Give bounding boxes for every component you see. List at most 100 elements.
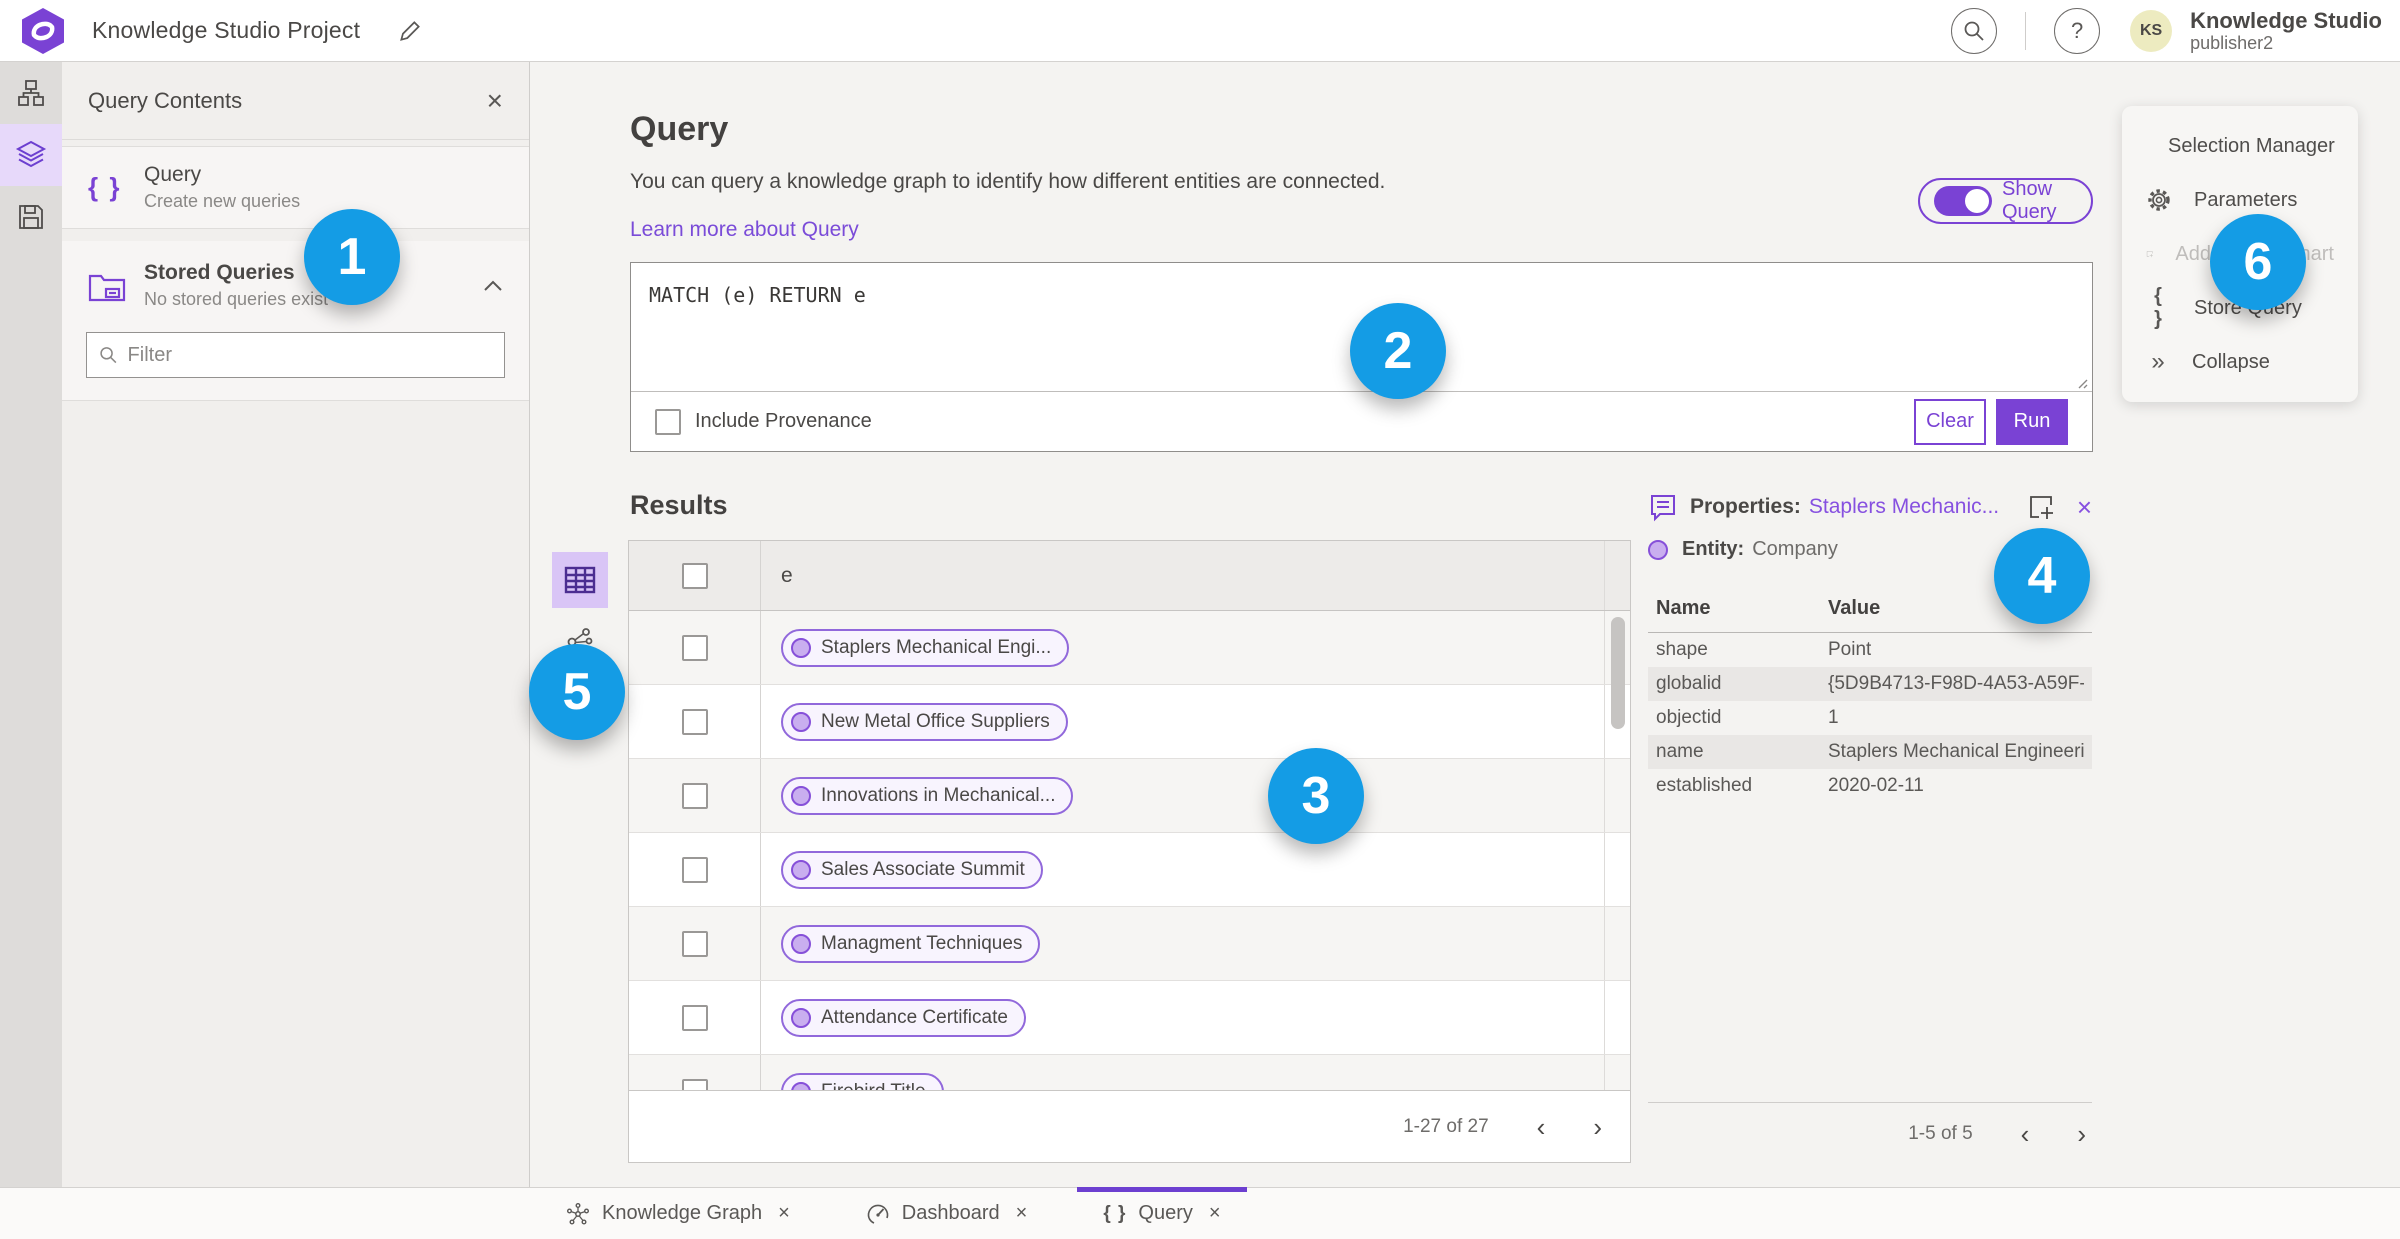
table-view-button[interactable] bbox=[552, 552, 608, 608]
project-title: Knowledge Studio Project bbox=[92, 17, 361, 43]
entity-pill[interactable]: Staplers Mechanical Engi... bbox=[781, 628, 1070, 667]
properties-entity-link[interactable]: Staplers Mechanic... bbox=[1809, 495, 1999, 519]
hierarchy-icon bbox=[18, 80, 44, 106]
entity-pill[interactable]: Innovations in Mechanical... bbox=[781, 776, 1074, 815]
close-properties-button[interactable]: × bbox=[2077, 494, 2092, 520]
entity-pill[interactable]: Sales Associate Summit bbox=[781, 850, 1043, 889]
property-row: name Staplers Mechanical Engineering bbox=[1648, 735, 2092, 769]
search-button[interactable] bbox=[1951, 7, 1998, 54]
query-item-description: Create new queries bbox=[144, 191, 301, 211]
close-tab-button[interactable]: × bbox=[1209, 1202, 1221, 1225]
page-title: Query bbox=[630, 110, 729, 148]
entity-dot-icon bbox=[791, 637, 811, 658]
filter-field bbox=[86, 332, 505, 378]
chevron-right-icon: › bbox=[2077, 1118, 2086, 1149]
top-bar: Knowledge Studio Project ? KS Knowledge … bbox=[0, 0, 2400, 62]
panel-title: Query Contents bbox=[88, 87, 243, 113]
property-row: objectid 1 bbox=[1656, 707, 1839, 728]
tab-dashboard[interactable]: Dashboard × bbox=[840, 1188, 1054, 1239]
table-row[interactable]: Managment Techniques bbox=[629, 907, 1630, 981]
results-title: Results bbox=[630, 490, 728, 520]
show-query-toggle[interactable]: Show Query bbox=[1918, 178, 2093, 224]
collapse-section-button[interactable] bbox=[483, 280, 503, 292]
collapse-panel-button[interactable]: » Collapse bbox=[2122, 340, 2358, 384]
dashboard-gauge-icon bbox=[867, 1204, 889, 1224]
table-row[interactable]: Innovations in Mechanical... bbox=[629, 759, 1630, 833]
properties-page-range: 1-5 of 5 bbox=[1908, 1122, 1973, 1144]
run-button[interactable]: Run bbox=[1996, 398, 2068, 445]
entity-dot-icon bbox=[791, 785, 811, 806]
prev-page-button[interactable]: ‹ bbox=[2021, 1121, 2030, 1147]
parameters-button[interactable]: Parameters bbox=[2122, 178, 2358, 222]
search-icon bbox=[1964, 21, 1984, 41]
results-table-header: e bbox=[629, 541, 1630, 611]
next-page-button[interactable]: › bbox=[2077, 1121, 2086, 1147]
add-to-button[interactable] bbox=[2027, 493, 2055, 521]
row-checkbox[interactable] bbox=[681, 930, 708, 957]
table-row[interactable]: Staplers Mechanical Engi... bbox=[629, 611, 1630, 729]
tab-knowledge-graph[interactable]: Knowledge Graph × bbox=[540, 1188, 816, 1239]
chevron-up-icon bbox=[484, 280, 502, 291]
table-row[interactable]: Attendance Certificate bbox=[629, 981, 1630, 1055]
properties-label: Properties: bbox=[1690, 495, 1801, 518]
layers-icon bbox=[15, 140, 47, 168]
entity-dot-icon bbox=[791, 933, 811, 954]
query-contents-panel: Query Contents × { } Query Create new qu… bbox=[62, 62, 530, 1239]
value-column-header: Value bbox=[1828, 597, 1881, 619]
callout-6: 6 bbox=[2210, 214, 2306, 310]
entity-pill[interactable]: Attendance Certificate bbox=[781, 998, 1026, 1037]
show-query-label: Show Query bbox=[2002, 178, 2057, 223]
results-page-range: 1-27 of 27 bbox=[1403, 1115, 1489, 1137]
select-all-checkbox[interactable] bbox=[681, 562, 708, 589]
topbar-divider bbox=[2025, 11, 2027, 50]
app-window: Knowledge Studio Project ? KS Knowledge … bbox=[0, 0, 2400, 1239]
include-provenance-checkbox[interactable] bbox=[655, 408, 681, 435]
main-content: Query You can query a knowledge graph to… bbox=[531, 62, 2400, 1187]
avatar[interactable]: KS bbox=[2130, 9, 2173, 52]
chevron-right-icon: › bbox=[1593, 1111, 1602, 1142]
row-checkbox[interactable] bbox=[681, 708, 708, 735]
entity-dot-icon bbox=[791, 711, 811, 732]
app-logo-icon bbox=[22, 7, 64, 54]
results-table-card: e Staplers Mechanical Engi... New Metal … bbox=[628, 540, 1631, 1163]
row-checkbox[interactable] bbox=[681, 782, 708, 809]
edit-title-button[interactable] bbox=[394, 15, 426, 47]
entity-pill[interactable]: New Metal Office Suppliers bbox=[781, 702, 1068, 741]
stored-queries-section: Stored Queries No stored queries exist bbox=[62, 241, 529, 401]
selection-manager-button[interactable]: Selection Manager bbox=[2122, 124, 2358, 168]
row-checkbox[interactable] bbox=[681, 1004, 708, 1031]
query-item[interactable]: { } Query Create new queries bbox=[62, 146, 529, 229]
stored-queries-header[interactable]: Stored Queries No stored queries exist bbox=[62, 241, 529, 318]
prev-page-button[interactable]: ‹ bbox=[1537, 1114, 1546, 1140]
resize-handle-icon[interactable] bbox=[2074, 375, 2088, 389]
help-button[interactable]: ? bbox=[2054, 7, 2101, 54]
rail-item-save[interactable] bbox=[0, 186, 62, 248]
rail-item-contents[interactable] bbox=[0, 124, 62, 186]
account-username: publisher2 bbox=[2190, 32, 2274, 53]
clear-button[interactable]: Clear bbox=[1914, 398, 1986, 445]
table-row[interactable]: Sales Associate Summit bbox=[629, 833, 1630, 907]
callout-2: 2 bbox=[1350, 303, 1446, 399]
entity-pill[interactable]: Managment Techniques bbox=[781, 924, 1041, 963]
account-info[interactable]: Knowledge Studio publisher2 bbox=[2190, 8, 2382, 54]
properties-header: Properties: Staplers Mechanic... × bbox=[1648, 492, 2092, 522]
next-page-button[interactable]: › bbox=[1593, 1114, 1602, 1140]
tab-query[interactable]: { } Query × bbox=[1077, 1187, 1247, 1239]
close-tab-button[interactable]: × bbox=[778, 1202, 790, 1225]
add-square-icon bbox=[2146, 251, 2153, 258]
filter-input[interactable] bbox=[127, 343, 492, 367]
learn-more-link[interactable]: Learn more about Query bbox=[630, 218, 859, 242]
close-panel-button[interactable]: × bbox=[487, 86, 503, 115]
row-checkbox[interactable] bbox=[681, 634, 708, 661]
gear-icon bbox=[2148, 189, 2170, 211]
close-tab-button[interactable]: × bbox=[1016, 1202, 1028, 1225]
rail-item-link-chart[interactable] bbox=[0, 62, 62, 124]
row-checkbox[interactable] bbox=[681, 856, 708, 883]
table-row[interactable]: New Metal Office Suppliers bbox=[629, 685, 1630, 759]
entity-value: Company bbox=[1752, 538, 1838, 560]
properties-table: Name Value shape Point globalid {5D9B471… bbox=[1648, 591, 2092, 803]
property-row: globalid {5D9B4713-F98D-4A53-A59F-C11... bbox=[1648, 667, 2092, 701]
close-icon: × bbox=[778, 1202, 790, 1224]
search-icon bbox=[100, 347, 117, 364]
name-column-header: Name bbox=[1656, 597, 1711, 619]
